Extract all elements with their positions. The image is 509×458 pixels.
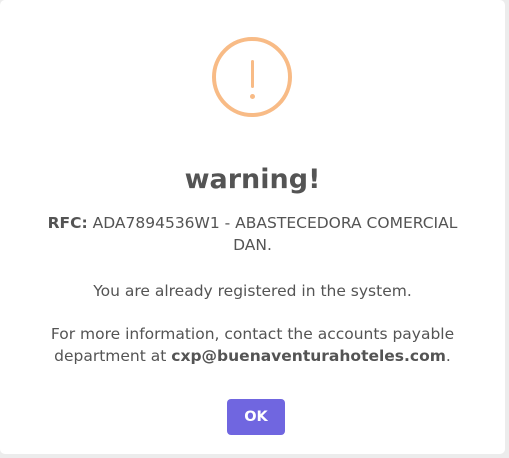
ok-button[interactable]: OK bbox=[227, 399, 285, 435]
info-suffix: . bbox=[445, 347, 451, 365]
rfc-label: RFC: bbox=[47, 214, 88, 232]
exclamation-dot bbox=[250, 94, 255, 99]
warning-dialog: warning! RFC: ADA7894536W1 - ABASTECEDOR… bbox=[0, 0, 505, 454]
rfc-line: RFC: ADA7894536W1 - ABASTECEDORA COMERCI… bbox=[30, 212, 475, 256]
dialog-content: RFC: ADA7894536W1 - ABASTECEDORA COMERCI… bbox=[30, 212, 475, 367]
contact-email: cxp@buenaventurahoteles.com bbox=[171, 347, 446, 365]
exclamation-bar bbox=[251, 60, 254, 88]
exclamation-icon bbox=[212, 37, 292, 117]
registered-message: You are already registered in the system… bbox=[93, 282, 412, 300]
dialog-title: warning! bbox=[184, 164, 321, 195]
info-message: For more information, contact the accoun… bbox=[30, 323, 475, 367]
rfc-value: ADA7894536W1 - ABASTECEDORA COMERCIAL DA… bbox=[87, 214, 458, 254]
